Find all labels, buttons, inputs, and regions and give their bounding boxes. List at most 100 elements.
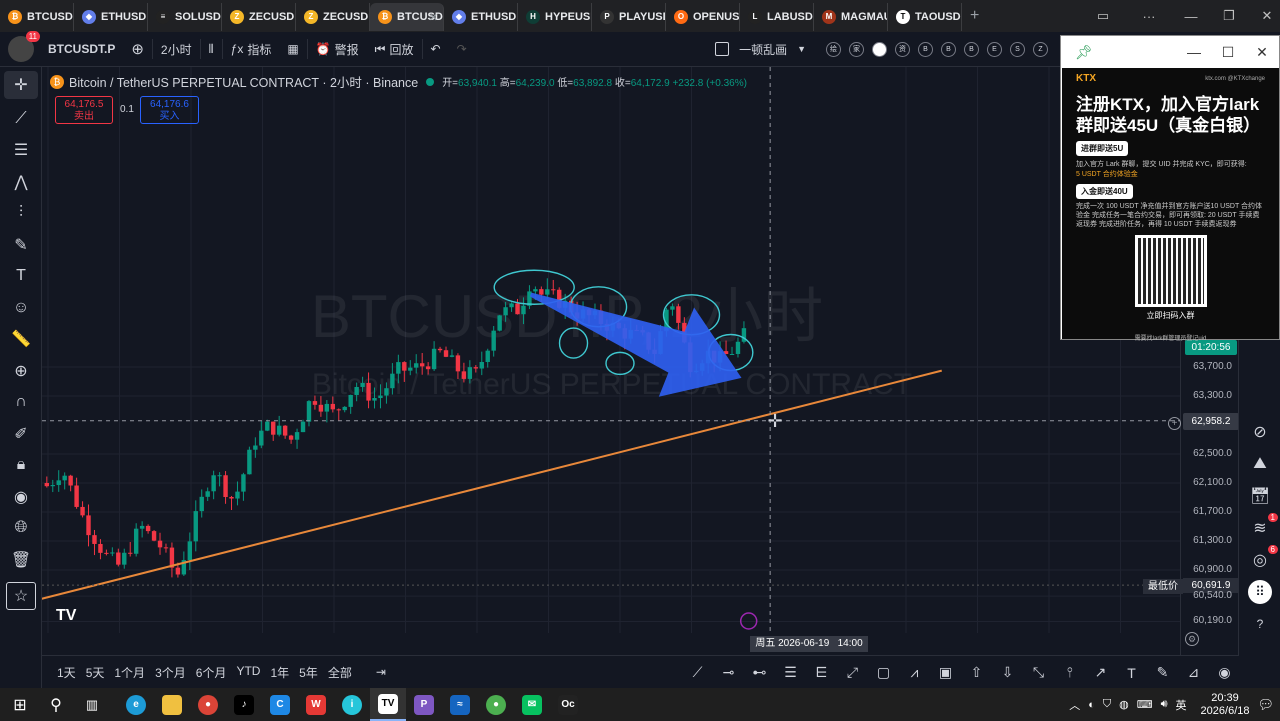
more-icon[interactable]: ··· <box>1126 9 1172 24</box>
quick-button[interactable]: B <box>941 41 956 57</box>
undo-icon[interactable]: ↶ <box>423 42 449 56</box>
wps-icon[interactable]: W <box>298 688 334 721</box>
quick-button[interactable]: Z <box>1033 41 1048 57</box>
task-view-icon[interactable]: ▥ <box>74 688 110 721</box>
replay-button[interactable]: ⏮ 回放 <box>367 41 422 58</box>
range-button[interactable]: 3个月 <box>150 664 191 681</box>
range-button[interactable]: 5年 <box>294 664 323 681</box>
pin-icon[interactable]: 📌︎ <box>1067 44 1101 61</box>
interval-button[interactable]: 2小时 <box>153 41 200 58</box>
alerts-panel-icon[interactable]: ⛰︎ <box>1239 448 1280 480</box>
buy-button[interactable]: 64,176.6 买入 <box>140 96 199 124</box>
arrow-up-icon[interactable]: ⇧ <box>961 664 992 681</box>
channel-icon[interactable]: ☰ <box>775 664 806 681</box>
tray-app-icon[interactable]: ◐ <box>1088 699 1095 711</box>
layout-button[interactable]: 一顿乱画 ▼ <box>707 41 814 58</box>
symbol-search[interactable]: BTCUSDT.P <box>40 42 123 56</box>
quick-button[interactable]: B <box>964 41 979 57</box>
brush-tool-icon[interactable]: ✎ <box>0 229 42 261</box>
windows-start-icon[interactable]: ⊞ <box>2 688 38 721</box>
ime-indicator[interactable]: 英 <box>1176 697 1187 713</box>
volume-icon[interactable]: 🔊︎ <box>1161 698 1168 711</box>
browser-tab[interactable]: L LABUSD <box>740 3 814 31</box>
sell-button[interactable]: 64,176.5 卖出 <box>55 96 113 124</box>
tray-chevron-icon[interactable]: ︿ <box>1069 697 1080 713</box>
fib-tool-icon[interactable]: ☰ <box>0 135 42 167</box>
app-oc-icon[interactable]: Oc <box>550 688 586 721</box>
crosshair-icon[interactable]: ✛ <box>4 71 38 99</box>
tiktok-icon[interactable]: ♪ <box>226 688 262 721</box>
callout-icon[interactable]: ▢ <box>868 664 899 681</box>
add-symbol-icon[interactable]: ⊕ <box>123 40 152 58</box>
quick-button[interactable]: E <box>987 41 1002 57</box>
rectangle-icon[interactable]: ▣ <box>930 664 961 681</box>
tradingview-taskbar-icon[interactable]: TV <box>370 688 406 721</box>
news-icon[interactable]: ≋ 1 <box>1239 512 1280 544</box>
ideas-icon[interactable]: ◎ 6 <box>1239 544 1280 576</box>
watchlist-icon[interactable]: ⊘ <box>1239 416 1280 448</box>
lock-icon[interactable]: 🔒︎ <box>0 450 42 482</box>
clock[interactable]: 20:39 2026/6/18 <box>1201 692 1250 718</box>
chart-pane[interactable]: BTCUSDT.P, 2小时 Bitcoin / TetherUS PERPET… <box>42 67 1180 655</box>
file-explorer-icon[interactable] <box>154 688 190 721</box>
browser-tab[interactable]: Z ZECUSD <box>296 3 370 31</box>
browser-tab[interactable]: O OPENUSD <box>666 3 740 31</box>
app-wave-icon[interactable]: ≈ <box>442 688 478 721</box>
avatar[interactable]: 11 <box>8 31 40 62</box>
chrome-2-icon[interactable]: ● <box>478 688 514 721</box>
apps-grid-icon[interactable]: ⠿ <box>1239 576 1280 608</box>
trendline-tool-icon[interactable]: ⟋ <box>0 103 42 135</box>
info-line-icon[interactable]: ⊸ <box>713 664 744 681</box>
favorites-star-icon[interactable]: ☆ <box>6 581 36 610</box>
alerts-button[interactable]: ⏰ 警报 <box>308 41 367 58</box>
ruler-icon[interactable]: 📏 <box>0 324 42 356</box>
tab-close-icon[interactable]: ✕ <box>429 11 438 24</box>
browser-tab[interactable]: ◆ ETHUSD <box>74 3 148 31</box>
quick-button[interactable]: 家 <box>849 41 864 57</box>
measure-icon[interactable]: ⊿ <box>1178 664 1209 681</box>
highlighter-icon[interactable]: ✎ <box>1147 664 1178 681</box>
tray-shield-icon[interactable]: ⛉ <box>1103 698 1111 711</box>
goto-date-icon[interactable]: ⇥ <box>371 665 391 679</box>
range-button[interactable]: YTD <box>231 664 265 681</box>
redo-icon[interactable]: ↷ <box>449 42 475 56</box>
quick-button[interactable] <box>872 41 887 57</box>
browser-tab[interactable]: ₿ BTCUSD ✕ <box>370 3 444 31</box>
range-button[interactable]: 5天 <box>81 664 110 681</box>
vertical-line-icon[interactable]: ⫯ <box>1054 664 1085 681</box>
stay-drawing-icon[interactable]: ✐ <box>0 418 42 450</box>
trend-line-drawing[interactable] <box>42 369 942 600</box>
range-button[interactable]: 全部 <box>323 664 357 681</box>
qr-code[interactable] <box>1134 235 1207 307</box>
quick-button[interactable]: 资 <box>895 41 910 57</box>
browser-tab[interactable]: ≡ SOLUSD <box>148 3 222 31</box>
wechat-icon[interactable]: ✉ <box>514 688 550 721</box>
popup-close-icon[interactable]: ✕ <box>1245 44 1279 61</box>
add-alert-plus-icon[interactable]: + <box>1168 417 1181 430</box>
zoom-in-icon[interactable]: ⊕ <box>0 355 42 387</box>
edge-icon[interactable]: e <box>118 688 154 721</box>
text-icon[interactable]: T <box>1116 665 1147 681</box>
brush-icon[interactable]: ⤡ <box>1023 664 1054 681</box>
emoji-tool-icon[interactable]: ☺ <box>0 292 42 324</box>
extended-line-icon[interactable]: ⤢ <box>837 664 868 681</box>
help-icon[interactable]: ? <box>1239 608 1280 640</box>
calendar-icon[interactable]: 📅︎ <box>1239 480 1280 512</box>
app-p-icon[interactable]: P <box>406 688 442 721</box>
close-icon[interactable]: ✕ <box>1248 8 1280 24</box>
range-button[interactable]: 1年 <box>265 664 294 681</box>
range-button[interactable]: 1天 <box>52 664 81 681</box>
browser-tab[interactable]: Z ZECUSD <box>222 3 296 31</box>
browser-tab[interactable]: M MAGMAUSD <box>814 3 888 31</box>
app-i-icon[interactable]: i <box>334 688 370 721</box>
indicators-button[interactable]: ƒx 指标 <box>223 41 280 58</box>
quick-button[interactable]: 绘 <box>826 41 841 57</box>
magnet-icon[interactable]: ∩ <box>0 387 42 419</box>
restore-icon[interactable]: ❐ <box>1210 8 1248 24</box>
popup-minimize-icon[interactable]: — <box>1177 44 1211 60</box>
chrome-icon[interactable]: ● <box>190 688 226 721</box>
pattern-tool-icon[interactable]: ⋀ <box>0 166 42 198</box>
search-icon[interactable]: ⚲ <box>38 688 74 721</box>
network-icon[interactable]: ⌨ <box>1137 698 1153 711</box>
new-tab-icon[interactable]: + <box>970 7 979 25</box>
